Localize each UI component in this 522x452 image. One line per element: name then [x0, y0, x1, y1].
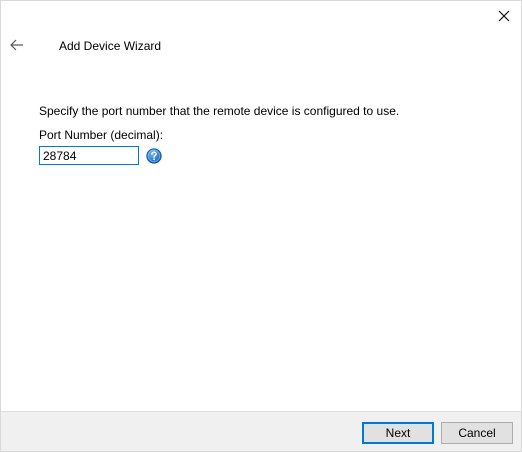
- wizard-title: Add Device Wizard: [59, 39, 162, 53]
- port-number-label: Port Number (decimal):: [39, 128, 164, 142]
- close-icon: [498, 10, 510, 22]
- cancel-button[interactable]: Cancel: [441, 422, 513, 444]
- close-button[interactable]: [493, 5, 515, 27]
- port-number-input[interactable]: [39, 146, 139, 165]
- back-button[interactable]: [7, 35, 27, 55]
- back-arrow-icon: [10, 39, 23, 51]
- wizard-window: Add Device Wizard Specify the port numbe…: [0, 0, 522, 452]
- wizard-footer: Next Cancel: [1, 411, 521, 451]
- next-button[interactable]: Next: [362, 422, 434, 444]
- instruction-text: Specify the port number that the remote …: [39, 104, 400, 118]
- help-question-icon[interactable]: [146, 148, 162, 164]
